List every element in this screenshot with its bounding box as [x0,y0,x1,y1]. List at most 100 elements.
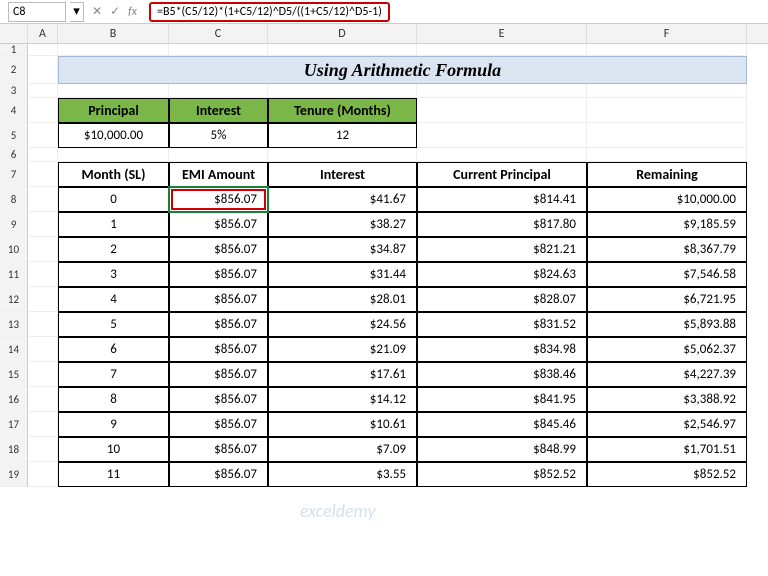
formula-input[interactable]: =B5*(C5/12)*(1+C5/12)^D5/((1+C5/12)^D5-1… [149,2,390,22]
table-cell[interactable]: $28.01 [268,287,417,312]
row-1[interactable]: 1 [0,44,28,56]
table-cell[interactable]: $4,227.39 [587,362,747,387]
cancel-icon[interactable]: ✕ [92,4,102,19]
table-cell[interactable]: $834.98 [417,337,587,362]
table-cell[interactable]: $1,701.51 [587,437,747,462]
table-cell[interactable]: $856.07 [169,312,268,337]
table-cell[interactable]: 2 [58,237,169,262]
table-cell[interactable]: $9,185.59 [587,212,747,237]
row-12[interactable]: 12 [0,287,28,312]
cell[interactable] [417,148,587,162]
col-B[interactable]: B [58,24,169,43]
table-cell[interactable]: 6 [58,337,169,362]
cell[interactable] [268,148,417,162]
cell[interactable] [28,462,58,487]
row-8[interactable]: 8 [0,187,28,212]
table-cell[interactable]: $2,546.97 [587,412,747,437]
table-cell[interactable]: $34.87 [268,237,417,262]
row-14[interactable]: 14 [0,337,28,362]
cell[interactable] [417,84,587,98]
enter-icon[interactable]: ✓ [110,4,120,19]
cell[interactable] [28,187,58,212]
name-box[interactable]: C8 [8,2,66,22]
param-interest[interactable]: 5% [169,123,268,148]
fx-icon[interactable]: fx [128,5,137,19]
table-cell[interactable]: $7,546.58 [587,262,747,287]
table-cell[interactable]: $814.41 [417,187,587,212]
cell[interactable] [28,262,58,287]
cell-C8[interactable]: $856.07 [169,187,268,212]
table-cell[interactable]: $856.07 [169,262,268,287]
row-2[interactable]: 2 [0,56,28,84]
cell[interactable] [28,412,58,437]
table-cell[interactable]: $3.55 [268,462,417,487]
table-cell[interactable]: 7 [58,362,169,387]
col-C[interactable]: C [169,24,268,43]
table-cell[interactable]: $817.80 [417,212,587,237]
row-6[interactable]: 6 [0,148,28,162]
table-cell[interactable]: $5,893.88 [587,312,747,337]
table-cell[interactable]: 10 [58,437,169,462]
cell[interactable] [587,98,747,123]
table-cell[interactable]: $838.46 [417,362,587,387]
param-principal[interactable]: $10,000.00 [58,123,169,148]
table-cell[interactable]: 9 [58,412,169,437]
col-F[interactable]: F [587,24,747,43]
cell[interactable] [28,337,58,362]
cell[interactable] [587,148,747,162]
row-9[interactable]: 9 [0,212,28,237]
cell[interactable] [268,84,417,98]
cell[interactable] [28,362,58,387]
cell[interactable] [268,44,417,56]
cell[interactable] [28,437,58,462]
table-cell[interactable]: $841.95 [417,387,587,412]
row-11[interactable]: 11 [0,262,28,287]
table-cell[interactable]: $17.61 [268,362,417,387]
table-cell[interactable]: $31.44 [268,262,417,287]
table-cell[interactable]: $41.67 [268,187,417,212]
cell[interactable] [587,44,747,56]
cell[interactable] [169,84,268,98]
table-cell[interactable]: $856.07 [169,237,268,262]
row-4[interactable]: 4 [0,98,28,123]
table-cell[interactable]: 0 [58,187,169,212]
name-box-dropdown[interactable]: ▾ [70,2,84,22]
row-7[interactable]: 7 [0,162,28,187]
table-cell[interactable]: $845.46 [417,412,587,437]
table-cell[interactable]: $856.07 [169,412,268,437]
row-13[interactable]: 13 [0,312,28,337]
table-cell[interactable]: 5 [58,312,169,337]
table-cell[interactable]: $10,000.00 [587,187,747,212]
table-cell[interactable]: $14.12 [268,387,417,412]
table-cell[interactable]: $828.07 [417,287,587,312]
row-15[interactable]: 15 [0,362,28,387]
row-5[interactable]: 5 [0,123,28,148]
table-cell[interactable]: $848.99 [417,437,587,462]
table-cell[interactable]: $824.63 [417,262,587,287]
cell[interactable] [28,212,58,237]
cell[interactable] [28,44,58,56]
cell[interactable] [417,123,587,148]
cell[interactable] [28,312,58,337]
table-cell[interactable]: $5,062.37 [587,337,747,362]
cell[interactable] [587,123,747,148]
table-cell[interactable]: $8,367.79 [587,237,747,262]
row-3[interactable]: 3 [0,84,28,98]
col-D[interactable]: D [268,24,417,43]
cell[interactable] [58,148,169,162]
cell[interactable] [169,148,268,162]
cell[interactable] [417,98,587,123]
row-10[interactable]: 10 [0,237,28,262]
table-cell[interactable]: 4 [58,287,169,312]
cell[interactable] [28,123,58,148]
table-cell[interactable]: $856.07 [169,437,268,462]
table-cell[interactable]: $7.09 [268,437,417,462]
cell[interactable] [587,84,747,98]
table-cell[interactable]: $856.07 [169,212,268,237]
cell[interactable] [28,56,58,84]
table-cell[interactable]: 11 [58,462,169,487]
table-cell[interactable]: 3 [58,262,169,287]
param-tenure[interactable]: 12 [268,123,417,148]
col-A[interactable]: A [28,24,58,43]
table-cell[interactable]: $21.09 [268,337,417,362]
